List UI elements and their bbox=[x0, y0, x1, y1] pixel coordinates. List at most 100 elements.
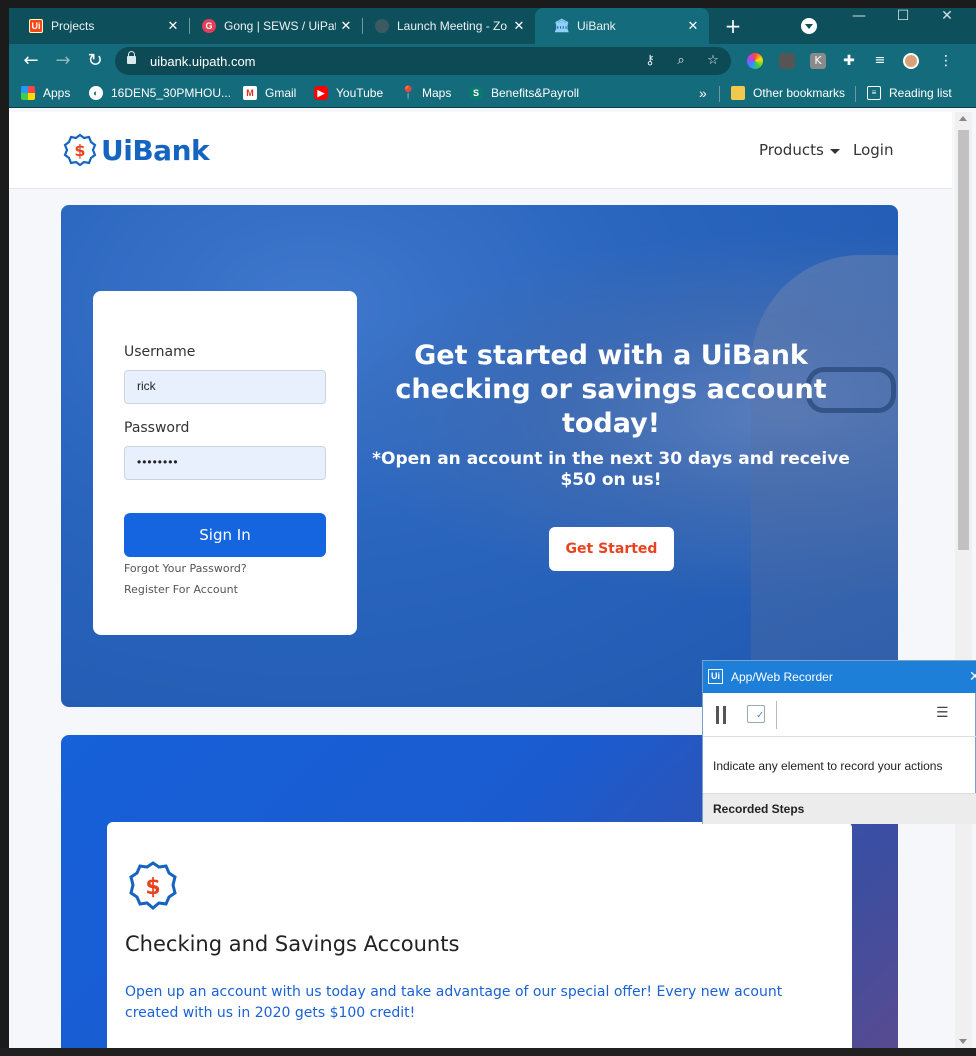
tab-strip: Ui Projects ✕ G Gong | SEWS / UiPat ✕ La… bbox=[9, 8, 976, 44]
page-scrollbar[interactable] bbox=[955, 112, 972, 1048]
username-input[interactable]: rick bbox=[124, 370, 326, 404]
bookmark-label: Benefits&Payroll bbox=[491, 86, 580, 100]
recorder-title: App/Web Recorder bbox=[731, 670, 833, 684]
puzzle-icon[interactable]: ✚ bbox=[841, 53, 857, 69]
password-label: Password bbox=[124, 420, 190, 436]
tab-search-icon[interactable] bbox=[801, 18, 817, 34]
tab-gong[interactable]: G Gong | SEWS / UiPat ✕ bbox=[182, 8, 362, 44]
back-icon[interactable]: ← bbox=[21, 51, 41, 71]
browser-window: Ui Projects ✕ G Gong | SEWS / UiPat ✕ La… bbox=[9, 8, 976, 1048]
maps-icon: 📍 bbox=[400, 85, 417, 100]
uipath-icon: Ui bbox=[29, 19, 43, 33]
reading-list[interactable]: ≡ Reading list bbox=[867, 85, 952, 101]
site-logo[interactable]: $ UiBank bbox=[63, 133, 210, 167]
reading-list-icon: ≡ bbox=[867, 86, 881, 100]
recorded-steps-header[interactable]: Recorded Steps bbox=[703, 793, 976, 824]
avatar[interactable] bbox=[903, 53, 919, 69]
menu-icon[interactable]: ⋮ bbox=[938, 53, 954, 69]
other-bookmarks[interactable]: Other bookmarks bbox=[731, 85, 845, 101]
bookmark-benefits[interactable]: S Benefits&Payroll bbox=[469, 85, 579, 101]
extension-icon[interactable] bbox=[779, 53, 795, 69]
login-form: Username rick Password •••••••• Sign In … bbox=[93, 291, 357, 635]
logo-text: UiBank bbox=[101, 133, 210, 167]
folder-icon bbox=[731, 86, 745, 100]
lock-icon bbox=[127, 51, 136, 64]
bookmark-maps[interactable]: 📍 Maps bbox=[400, 85, 451, 101]
tab-uibank[interactable]: 🏛 UiBank ✕ bbox=[535, 8, 709, 44]
forward-icon[interactable]: → bbox=[53, 51, 73, 71]
new-tab-button[interactable]: + bbox=[723, 16, 743, 36]
svg-text:$: $ bbox=[145, 875, 160, 900]
uipath-icon: Ui bbox=[708, 669, 723, 684]
recorder-header: Ui App/Web Recorder ✕ bbox=[703, 661, 976, 693]
gmail-icon: M bbox=[243, 86, 257, 100]
close-window-icon[interactable]: ✕ bbox=[925, 8, 969, 30]
scroll-down-icon[interactable] bbox=[959, 1039, 967, 1044]
extension-k-icon[interactable]: K bbox=[810, 53, 826, 69]
password-input[interactable]: •••••••• bbox=[124, 446, 326, 480]
close-icon[interactable]: ✕ bbox=[685, 18, 701, 34]
register-link[interactable]: Register For Account bbox=[124, 583, 238, 596]
bookmark-label: Gmail bbox=[265, 86, 297, 100]
dollar-badge-icon: $ bbox=[63, 133, 97, 167]
get-started-button[interactable]: Get Started bbox=[549, 527, 674, 571]
reload-icon[interactable]: ↻ bbox=[85, 51, 105, 71]
feature-title: Checking and Savings Accounts bbox=[125, 932, 460, 956]
close-icon[interactable]: ✕ bbox=[511, 18, 527, 34]
bank-icon: 🏛 bbox=[553, 18, 571, 33]
bookmark-youtube[interactable]: ▶ YouTube bbox=[314, 85, 383, 101]
more-bookmarks-button[interactable]: » bbox=[699, 85, 707, 101]
youtube-icon: ▶ bbox=[314, 86, 328, 100]
media-icon[interactable]: ≡ bbox=[872, 53, 888, 69]
bookmark-apps[interactable]: Apps bbox=[21, 85, 70, 101]
scroll-thumb[interactable] bbox=[958, 130, 969, 550]
key-icon[interactable]: ⚷ bbox=[642, 53, 658, 69]
nav-login[interactable]: Login bbox=[853, 141, 893, 159]
nav-products[interactable]: Products bbox=[759, 141, 824, 159]
bookmark-label: Other bookmarks bbox=[753, 86, 846, 100]
hero-title: Get started with a UiBank checking or sa… bbox=[395, 340, 827, 439]
feature-card: $ Checking and Savings Accounts Open up … bbox=[107, 822, 852, 1048]
sign-in-button[interactable]: Sign In bbox=[124, 513, 326, 557]
hero-subtitle: *Open an account in the next 30 days and… bbox=[372, 449, 850, 490]
close-icon[interactable]: ✕ bbox=[165, 18, 181, 34]
tab-projects[interactable]: Ui Projects ✕ bbox=[9, 8, 189, 44]
recorder-toolbar: ☰ bbox=[703, 693, 976, 737]
save-icon[interactable] bbox=[747, 705, 765, 723]
gong-icon: G bbox=[202, 19, 216, 33]
bookmark-label: 16DEN5_30PMHOU... bbox=[111, 86, 232, 100]
steps-list-icon[interactable]: ☰ bbox=[936, 705, 949, 721]
browser-toolbar: ← → ↻ uibank.uipath.com ⚷ ⌕ ☆ K ✚ ≡ ⋮ bbox=[9, 44, 976, 78]
site-navbar: $ UiBank Products Login bbox=[9, 112, 952, 189]
svg-text:$: $ bbox=[74, 141, 85, 160]
forgot-password-link[interactable]: Forgot Your Password? bbox=[124, 562, 247, 575]
maximize-icon[interactable]: ☐ bbox=[881, 8, 925, 30]
minimize-icon[interactable]: — bbox=[837, 8, 881, 30]
bookmarks-bar: Apps ◐ 16DEN5_30PMHOU... M Gmail ▶ YouTu… bbox=[9, 78, 976, 108]
recorder-hint: Indicate any element to record your acti… bbox=[713, 759, 943, 773]
zoom-icon[interactable]: ⌕ bbox=[673, 53, 689, 69]
tab-label: Launch Meeting - Zo bbox=[397, 19, 508, 33]
bookmark-label: Reading list bbox=[889, 86, 952, 100]
page-content: $ UiBank Products Login Username rick Pa… bbox=[9, 112, 955, 1048]
color-extension-icon[interactable] bbox=[747, 53, 763, 69]
bookmark-label: YouTube bbox=[336, 86, 384, 100]
close-icon[interactable]: ✕ bbox=[969, 668, 976, 685]
scroll-up-icon[interactable] bbox=[959, 116, 967, 121]
sharepoint-icon: S bbox=[469, 86, 483, 100]
star-icon[interactable]: ☆ bbox=[705, 53, 721, 69]
dollar-badge-icon: $ bbox=[129, 861, 177, 910]
tab-label: Projects bbox=[51, 19, 95, 33]
close-icon[interactable]: ✕ bbox=[338, 18, 354, 34]
pause-icon[interactable] bbox=[716, 706, 726, 724]
tab-zoom[interactable]: Launch Meeting - Zo ✕ bbox=[355, 8, 535, 44]
hero-banner: Username rick Password •••••••• Sign In … bbox=[61, 205, 898, 707]
web-recorder-panel: Ui App/Web Recorder ✕ ☰ Indicate any ele… bbox=[702, 660, 976, 824]
caret-down-icon[interactable] bbox=[830, 149, 840, 154]
bookmark-gmail[interactable]: M Gmail bbox=[243, 85, 296, 101]
bookmark-16den5[interactable]: ◐ 16DEN5_30PMHOU... bbox=[89, 85, 231, 101]
username-label: Username bbox=[124, 344, 196, 360]
bookmark-label: Apps bbox=[43, 86, 71, 100]
bookmark-label: Maps bbox=[422, 86, 452, 100]
address-bar[interactable]: uibank.uipath.com ⚷ ⌕ ☆ bbox=[115, 47, 731, 75]
